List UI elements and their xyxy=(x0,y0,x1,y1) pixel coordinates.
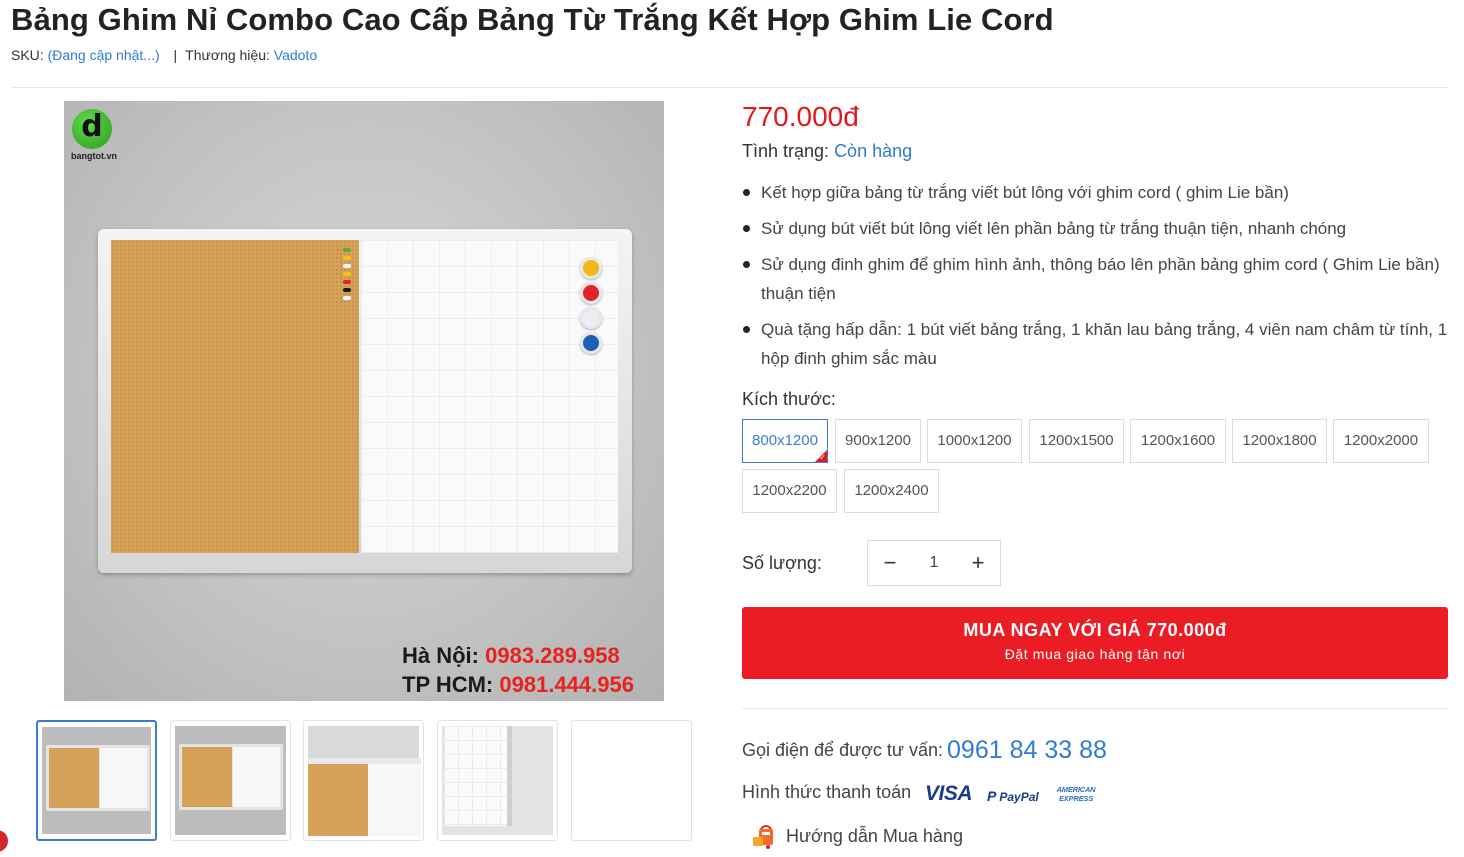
quantity-stepper: − 1 + xyxy=(867,540,1001,586)
thumbnail-2[interactable] xyxy=(170,720,291,841)
status-value: Còn hàng xyxy=(834,141,913,161)
call-consult: Gọi điện để được tư vấn: 0961 84 33 88 xyxy=(742,736,1107,765)
feature-item: Quà tặng hấp dẫn: 1 bút viết bảng trắng,… xyxy=(742,315,1452,373)
quantity-input[interactable]: 1 xyxy=(912,554,956,572)
hotline-link[interactable]: 0961 84 33 88 xyxy=(947,736,1107,764)
size-option-1000x1200[interactable]: 1000x1200 xyxy=(927,419,1022,463)
size-option-1200x1500[interactable]: 1200x1500 xyxy=(1029,419,1124,463)
pin-icon xyxy=(343,272,351,276)
feature-item: Kết hợp giữa bảng từ trắng viết bút lông… xyxy=(742,178,1452,207)
pin-icon xyxy=(343,296,351,300)
contact-divider xyxy=(742,708,1448,709)
white-magnet-icon xyxy=(580,307,602,329)
brand-label: Thương hiệu: xyxy=(185,47,270,63)
thumbnail-4[interactable] xyxy=(437,720,558,841)
thumbnail-5[interactable] xyxy=(571,720,692,841)
shopping-guide-icon xyxy=(753,825,773,849)
phone-hanoi-number: 0983.289.958 xyxy=(485,643,620,668)
pin-icon xyxy=(343,264,351,268)
phone-hanoi-label: Hà Nội: xyxy=(402,643,479,668)
size-option-800x1200[interactable]: 800x1200 ✓ xyxy=(742,419,828,463)
visa-icon: VISA xyxy=(925,782,973,805)
pin-icon xyxy=(343,248,351,252)
logo-text: bangtot.vn xyxy=(71,151,117,161)
chat-bubble-icon[interactable] xyxy=(0,830,8,852)
check-icon: ✓ xyxy=(819,453,826,462)
status-label: Tình trạng: xyxy=(742,141,830,161)
size-label: Kích thước: xyxy=(742,389,836,409)
thumbnail-3[interactable] xyxy=(303,720,424,841)
stock-status: Tình trạng: Còn hàng xyxy=(742,141,912,162)
phone-hcm-number: 0981.444.956 xyxy=(499,672,634,697)
bangtot-logo: d xyxy=(72,109,112,149)
payment-label: Hình thức thanh toán xyxy=(742,782,912,802)
product-meta: SKU: (Đang cập nhật...) | Thương hiệu: Va… xyxy=(11,47,317,63)
call-label: Gọi điện để được tư vấn: xyxy=(742,740,944,760)
buy-now-button[interactable]: MUA NGAY VỚI GIÁ 770.000đ Đặt mua giao h… xyxy=(742,607,1448,679)
thumbnail-1[interactable] xyxy=(36,720,157,841)
feature-item: Sử dụng bút viết bút lông viết lên phần … xyxy=(742,214,1452,243)
buy-now-label: MUA NGAY VỚI GIÁ 770.000đ xyxy=(963,620,1227,640)
meta-separator: | xyxy=(173,47,178,63)
whiteboard-panel xyxy=(361,240,618,553)
size-option-1200x2000[interactable]: 1200x2000 xyxy=(1333,419,1429,463)
main-product-image[interactable]: d bangtot.vn Hà Nội: 0983.289.958 TP HCM… xyxy=(64,101,664,701)
pin-icon xyxy=(343,280,351,284)
quantity-label: Số lượng: xyxy=(742,553,822,573)
brand-link[interactable]: Vadoto xyxy=(274,47,317,63)
blue-magnet-icon xyxy=(580,332,602,354)
phone-hanoi: Hà Nội: 0983.289.958 xyxy=(402,643,620,669)
size-option-1200x2200[interactable]: 1200x2200 xyxy=(742,469,837,513)
phone-hcm: TP HCM: 0981.444.956 xyxy=(402,672,634,698)
phone-hcm-label: TP HCM: xyxy=(402,672,494,697)
header-divider xyxy=(11,87,1448,88)
board-illustration xyxy=(98,229,632,573)
pin-icon xyxy=(343,288,351,292)
size-option-1200x2400[interactable]: 1200x2400 xyxy=(844,469,939,513)
size-option-label: 800x1200 xyxy=(752,432,818,449)
size-option-1200x1600[interactable]: 1200x1600 xyxy=(1130,419,1226,463)
product-title: Bảng Ghim Nỉ Combo Cao Cấp Bảng Từ Trắng… xyxy=(11,2,1054,37)
size-option-900x1200[interactable]: 900x1200 xyxy=(835,419,921,463)
cork-panel xyxy=(111,240,359,553)
pin-icon xyxy=(343,256,351,260)
buy-now-sublabel: Đặt mua giao hàng tận nơi xyxy=(1004,646,1186,662)
sku-value: (Đang cập nhật...) xyxy=(47,47,160,63)
amex-icon: AMERICAN EXPRESS xyxy=(1056,785,1096,803)
quantity-increase-button[interactable]: + xyxy=(956,541,1000,585)
sku-label: SKU: xyxy=(11,47,44,63)
feature-item: Sử dụng đinh ghim để ghim hình ảnh, thôn… xyxy=(742,250,1452,308)
feature-list: Kết hợp giữa bảng từ trắng viết bút lông… xyxy=(742,178,1452,380)
yellow-magnet-icon xyxy=(580,257,602,279)
size-option-1200x1800[interactable]: 1200x1800 xyxy=(1232,419,1327,463)
paypal-icon: P PayPal xyxy=(987,788,1039,804)
red-magnet-icon xyxy=(580,282,602,304)
shopping-guide-link[interactable]: Hướng dẫn Mua hàng xyxy=(786,826,963,847)
product-price: 770.000đ xyxy=(742,101,859,132)
quantity-decrease-button[interactable]: − xyxy=(868,541,912,585)
